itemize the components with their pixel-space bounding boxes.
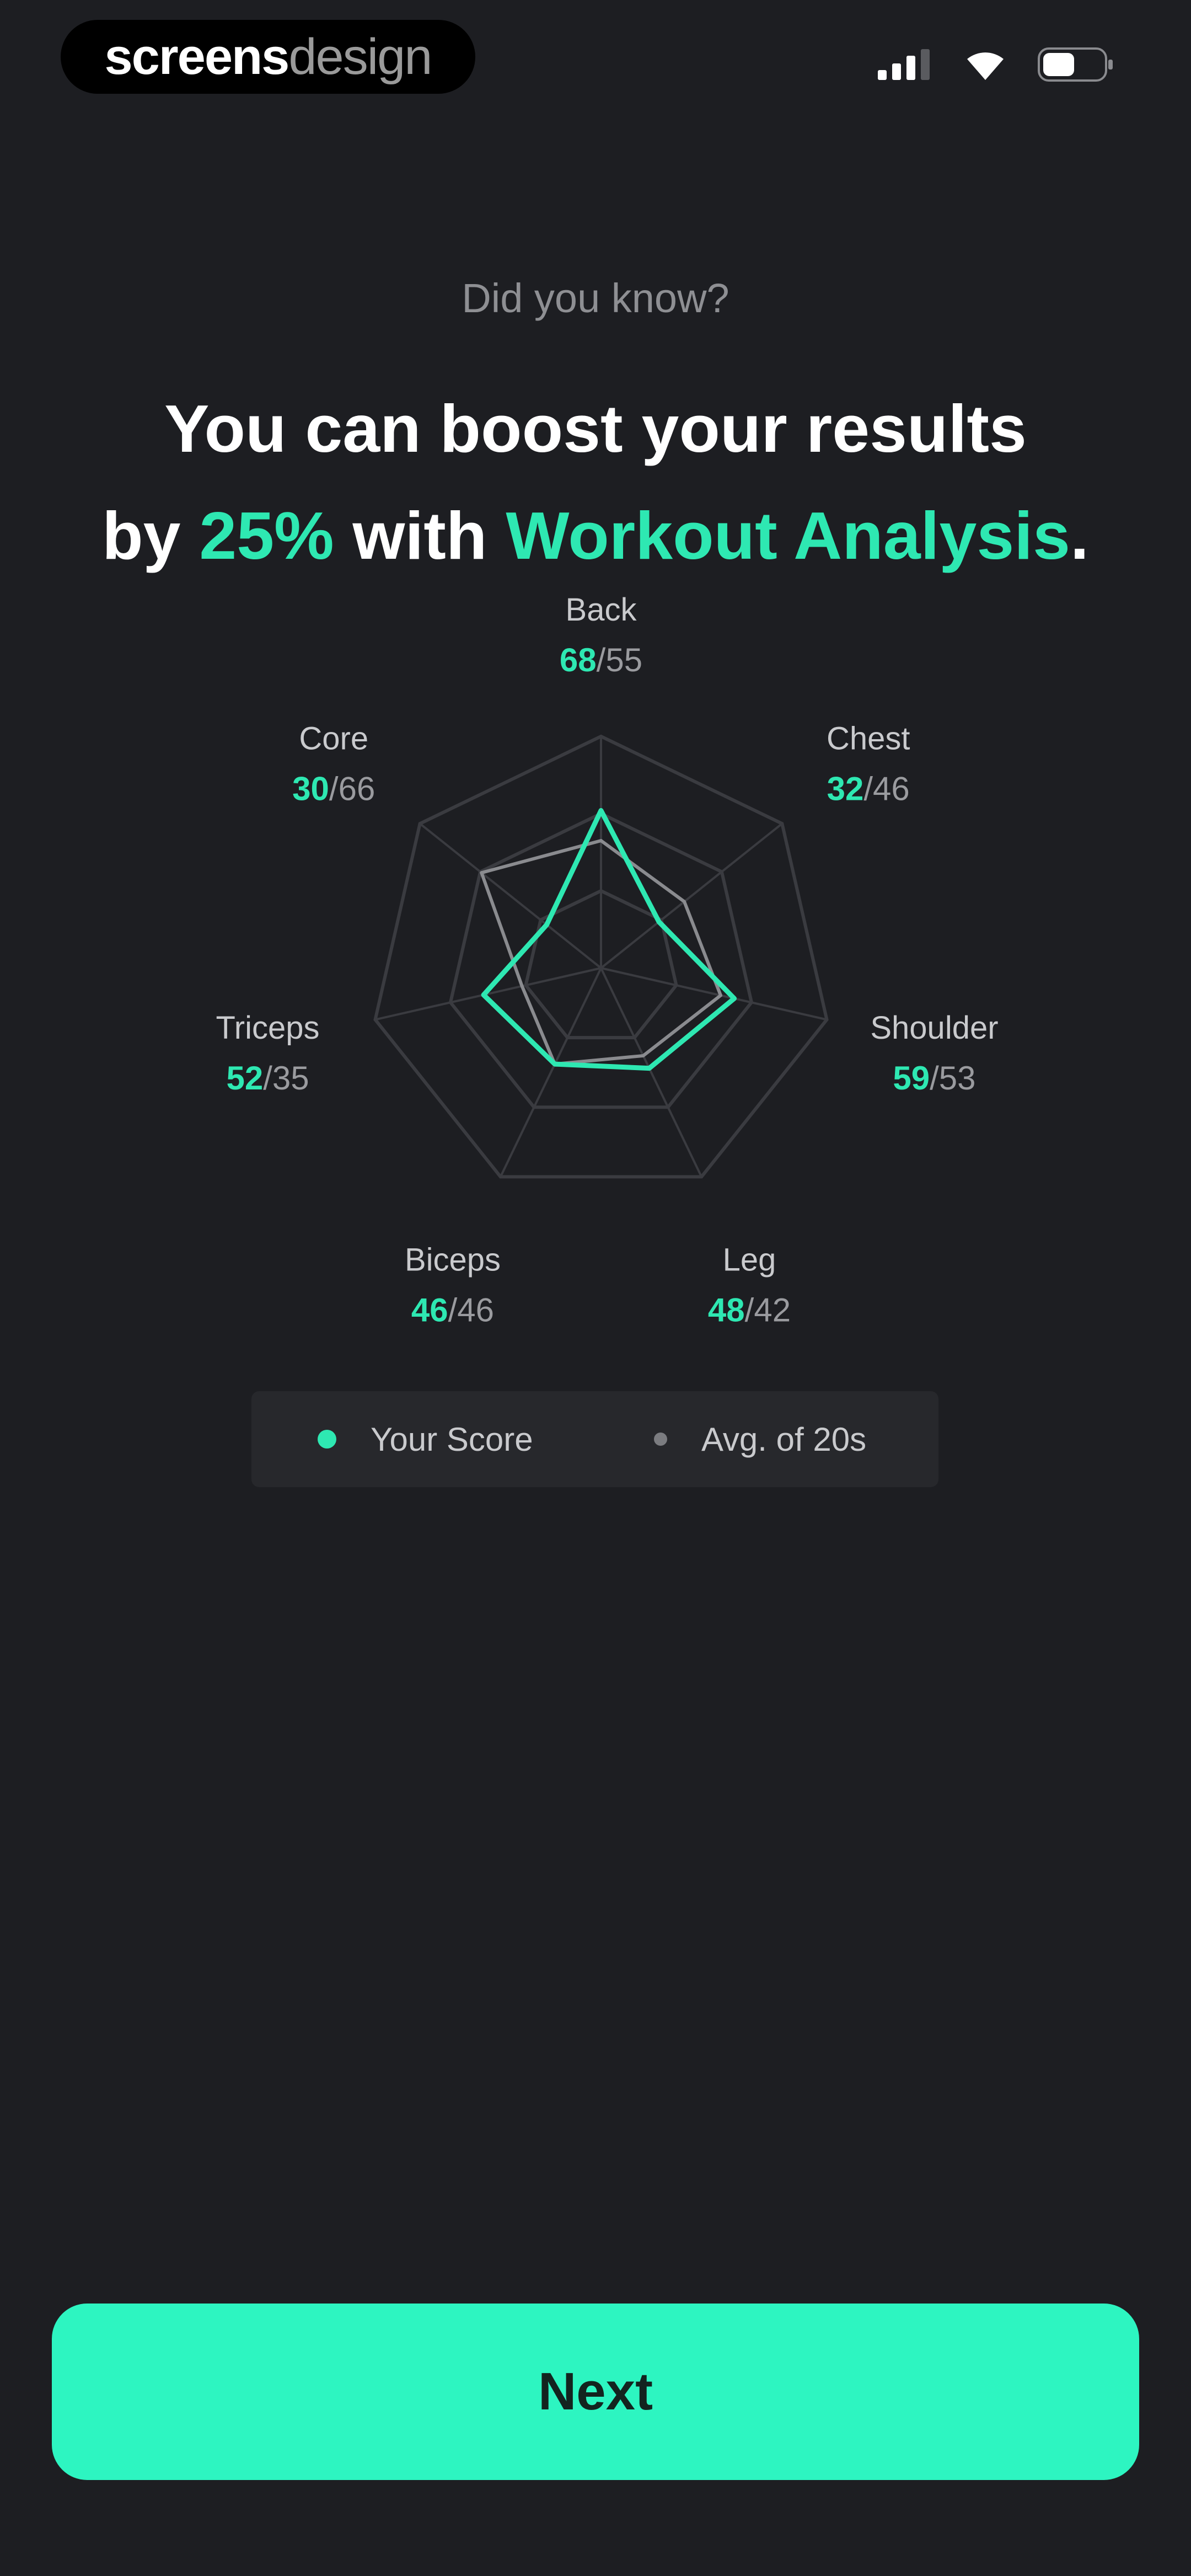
axis-average-value: /53 — [930, 1060, 975, 1097]
radar-spoke — [419, 822, 602, 969]
score-dot-icon — [318, 1430, 336, 1449]
axis-value-triceps: 52/35 — [226, 1060, 309, 1097]
next-button[interactable]: Next — [52, 2304, 1139, 2480]
axis-score-value: 48 — [708, 1292, 745, 1329]
legend-item-score: Your Score — [318, 1391, 533, 1487]
axis-average-value: /55 — [597, 642, 642, 678]
legend-average-label: Avg. of 20s — [701, 1420, 867, 1458]
radar-spoke — [600, 968, 703, 1178]
axis-value-chest: 32/46 — [827, 770, 910, 807]
radar-chart: Back 68/55 Chest 32/46 Shoulder 59/53 Leg 48/42… — [216, 592, 999, 1329]
average-dot-icon — [654, 1433, 667, 1446]
radar-series-score-point — [647, 1066, 651, 1070]
radar-series-average-point — [599, 839, 603, 842]
axis-average-value: /46 — [863, 770, 909, 807]
axis-label-biceps: Biceps — [405, 1242, 501, 1278]
axis-value-biceps: 46/46 — [411, 1292, 494, 1329]
axis-score-value: 52 — [226, 1060, 263, 1097]
radar-series-average-point — [641, 1054, 645, 1057]
axis-score-value: 32 — [827, 770, 864, 807]
axis-score-value: 68 — [560, 642, 597, 678]
radar-series-score-point — [545, 923, 549, 927]
axis-value-core: 30/66 — [292, 770, 375, 807]
axis-value-leg: 48/42 — [708, 1292, 791, 1329]
axis-value-back: 68/55 — [560, 642, 642, 678]
axis-score-value: 30 — [292, 770, 329, 807]
chart-legend: Your Score Avg. of 20s — [251, 1391, 938, 1487]
axis-label-leg: Leg — [723, 1242, 776, 1278]
radar-series-score-point — [599, 809, 603, 813]
radar-series-average-point — [683, 900, 686, 904]
axis-score-value: 59 — [893, 1060, 930, 1097]
axis-average-value: /46 — [448, 1292, 494, 1329]
radar-series-score-point — [732, 997, 736, 1001]
radar-series-score-point — [482, 993, 486, 997]
legend-item-average: Avg. of 20s — [654, 1391, 866, 1487]
axis-average-value: /35 — [263, 1060, 309, 1097]
axis-value-shoulder: 59/53 — [893, 1060, 975, 1097]
radar-series-average-point — [520, 984, 524, 988]
axis-label-back: Back — [566, 592, 637, 628]
radar-series-score-point — [553, 1062, 557, 1066]
axis-label-triceps: Triceps — [216, 1010, 320, 1046]
legend-score-label: Your Score — [371, 1420, 533, 1458]
axis-label-chest: Chest — [827, 720, 910, 756]
axis-label-shoulder: Shoulder — [870, 1010, 998, 1046]
axis-average-value: /66 — [329, 770, 375, 807]
radar-series-score — [481, 808, 737, 1071]
axis-score-value: 46 — [411, 1292, 448, 1329]
radar-spoke — [499, 968, 602, 1178]
axis-label-core: Core — [299, 720, 368, 756]
radar-series-score-point — [657, 920, 661, 924]
screen: screens design Did you know? You can boos… — [0, 0, 1191, 2576]
radar-series-average-point — [480, 871, 484, 875]
radar-spoke — [375, 967, 602, 1021]
axis-average-value: /42 — [745, 1292, 791, 1329]
radar-spoke — [600, 822, 783, 969]
radar-series-average-point — [719, 993, 723, 997]
